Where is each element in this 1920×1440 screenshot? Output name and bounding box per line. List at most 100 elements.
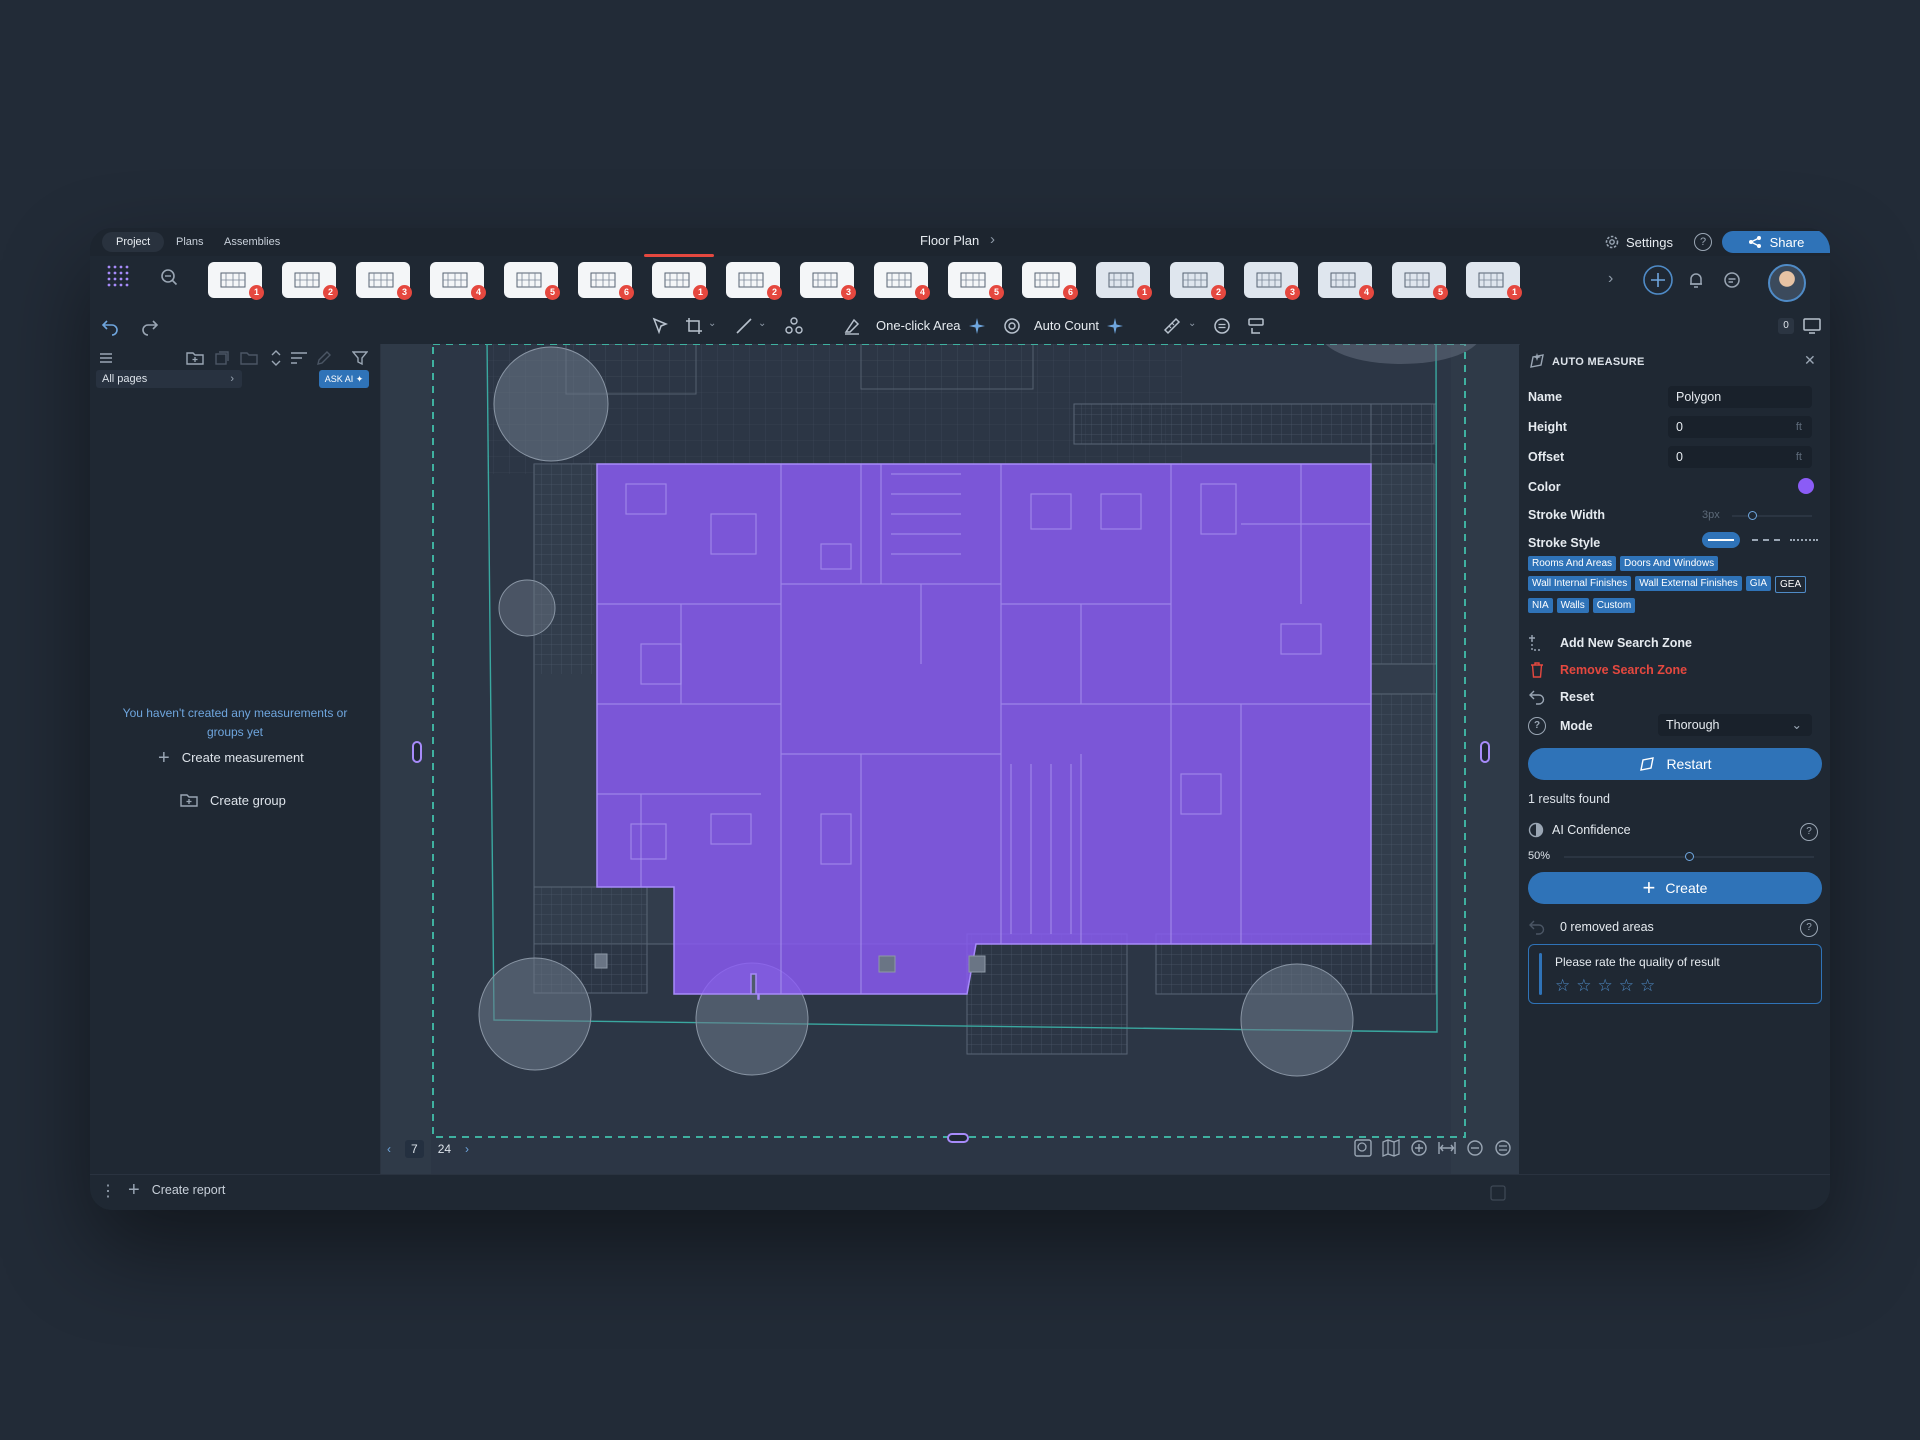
previous-page-icon[interactable]: ‹ [387, 1142, 391, 1156]
page-filter-dropdown[interactable]: All pages › [96, 370, 242, 388]
create-report-button[interactable]: + Create report [128, 1180, 225, 1200]
slider-thumb[interactable] [1685, 852, 1694, 861]
ruler-icon[interactable] [1162, 316, 1182, 336]
chevron-down-icon[interactable]: ⌄ [708, 318, 716, 329]
color-swatch[interactable] [1798, 478, 1814, 494]
search-icon[interactable] [160, 268, 178, 286]
more-options-icon[interactable]: ⋮ [100, 1181, 116, 1201]
stroke-style-dashdot[interactable] [1790, 539, 1818, 541]
help-icon[interactable]: ? [1528, 717, 1546, 735]
page-thumbnail[interactable]: 3 [356, 262, 412, 300]
page-thumbnail[interactable]: 5 [948, 262, 1004, 300]
comment-icon[interactable] [1722, 270, 1742, 290]
star-icon[interactable]: ☆ [1598, 977, 1613, 994]
mode-select[interactable]: Thorough ⌄ [1658, 714, 1812, 736]
zoom-out-icon[interactable] [1465, 1138, 1485, 1158]
reset-button[interactable]: Reset [1528, 688, 1594, 706]
create-button[interactable]: + Create [1528, 872, 1822, 904]
share-button[interactable]: Share [1722, 231, 1830, 253]
sort-icon[interactable] [290, 350, 308, 366]
page-thumbnail[interactable]: 2 [1170, 262, 1226, 300]
monitor-icon[interactable] [1802, 316, 1822, 336]
tag-doors-and-windows[interactable]: Doors And Windows [1620, 556, 1719, 571]
tag-wall-internal-finishes[interactable]: Wall Internal Finishes [1528, 576, 1632, 591]
move-folder-icon[interactable] [240, 350, 258, 366]
page-thumbnail[interactable]: 2 [726, 262, 782, 300]
zoom-in-icon[interactable] [1409, 1138, 1429, 1158]
slider-thumb[interactable] [1748, 511, 1757, 520]
help-icon[interactable]: ? [1800, 823, 1818, 841]
page-thumbnail[interactable]: 1 [208, 262, 264, 300]
help-icon[interactable]: ? [1694, 233, 1712, 251]
menu-icon[interactable] [98, 350, 114, 366]
tag-rooms-and-areas[interactable]: Rooms And Areas [1528, 556, 1617, 571]
one-click-area-button[interactable]: One-click Area [876, 318, 961, 333]
note-icon[interactable] [1212, 316, 1232, 336]
count-tool-icon[interactable] [784, 316, 804, 336]
settings-button[interactable]: Settings [1604, 231, 1673, 253]
current-page-field[interactable]: 7 [405, 1140, 424, 1158]
apps-grid-icon[interactable] [106, 264, 132, 290]
view-3d-icon[interactable] [1493, 1138, 1513, 1158]
tag-walls[interactable]: Walls [1556, 598, 1589, 613]
name-input[interactable]: Polygon [1668, 386, 1812, 408]
page-thumbnail[interactable]: 2 [282, 262, 338, 300]
tab-project[interactable]: Project [102, 232, 165, 252]
create-measurement-button[interactable]: + Create measurement [158, 748, 304, 768]
page-thumbnail[interactable]: 6 [1022, 262, 1078, 300]
page-thumbnail[interactable]: 1 [1096, 262, 1152, 300]
filter-icon[interactable] [352, 350, 368, 366]
restart-button[interactable]: Restart [1528, 748, 1822, 780]
bell-icon[interactable] [1686, 270, 1706, 290]
tag-wall-external-finishes[interactable]: Wall External Finishes [1635, 576, 1742, 591]
page-thumbnail[interactable]: 5 [504, 262, 560, 300]
tag-gia[interactable]: GIA [1745, 576, 1772, 591]
page-thumbnail[interactable]: 5 [1392, 262, 1448, 300]
add-plus-icon[interactable] [1642, 264, 1674, 296]
detected-area-polygon[interactable] [596, 463, 1372, 1000]
page-thumbnail[interactable]: 1 [1466, 262, 1522, 300]
height-input[interactable]: 0 ft [1668, 416, 1812, 438]
user-avatar[interactable] [1768, 264, 1806, 302]
stroke-style-dashed[interactable] [1752, 539, 1780, 541]
panel-toggle-icon[interactable] [1490, 1185, 1506, 1201]
line-tool-icon[interactable] [734, 316, 754, 336]
offset-input[interactable]: 0 ft [1668, 446, 1812, 468]
document-title[interactable]: Floor Plan [920, 233, 979, 248]
page-thumbnail[interactable]: 1 [644, 254, 714, 300]
ai-confidence-slider[interactable] [1564, 852, 1814, 861]
add-folder-icon[interactable] [186, 350, 204, 366]
floor-plan-drawing[interactable] [381, 344, 1519, 1174]
star-icon[interactable]: ☆ [1640, 977, 1655, 994]
pointer-tool-icon[interactable] [650, 316, 670, 336]
undo-icon[interactable] [100, 316, 120, 336]
star-icon[interactable]: ☆ [1555, 977, 1570, 994]
remove-search-zone-button[interactable]: Remove Search Zone [1528, 661, 1687, 679]
page-thumbnail[interactable]: 3 [800, 262, 856, 300]
next-page-icon[interactable]: › [465, 1142, 469, 1156]
add-search-zone-button[interactable]: Add New Search Zone [1528, 634, 1692, 652]
tag-gea[interactable]: GEA [1775, 576, 1807, 593]
copy-icon[interactable] [214, 350, 230, 366]
stroke-width-slider[interactable] [1732, 511, 1812, 520]
help-icon[interactable]: ? [1800, 919, 1818, 937]
chevron-right-icon[interactable]: › [990, 231, 995, 248]
map-icon[interactable] [1381, 1138, 1401, 1158]
fit-width-icon[interactable] [1437, 1138, 1457, 1158]
compare-icon[interactable] [1246, 316, 1266, 336]
edit-icon[interactable] [316, 350, 332, 366]
plan-canvas[interactable]: ‹ 7 24 › [381, 344, 1519, 1174]
page-thumbnail[interactable]: 6 [578, 262, 634, 300]
zoom-fit-icon[interactable] [1353, 1138, 1373, 1158]
create-group-button[interactable]: Create group [180, 792, 286, 808]
chevron-down-icon[interactable]: ⌄ [1188, 318, 1196, 329]
page-thumbnail[interactable]: 4 [874, 262, 930, 300]
stroke-style-solid[interactable] [1702, 532, 1740, 548]
crop-tool-icon[interactable] [684, 316, 704, 336]
star-icon[interactable]: ☆ [1576, 977, 1591, 994]
star-icon[interactable]: ☆ [1619, 977, 1634, 994]
tag-nia[interactable]: NIA [1528, 598, 1553, 613]
close-icon[interactable]: ✕ [1804, 352, 1816, 369]
one-click-area-icon[interactable] [842, 316, 862, 336]
expand-collapse-icon[interactable] [270, 349, 282, 367]
